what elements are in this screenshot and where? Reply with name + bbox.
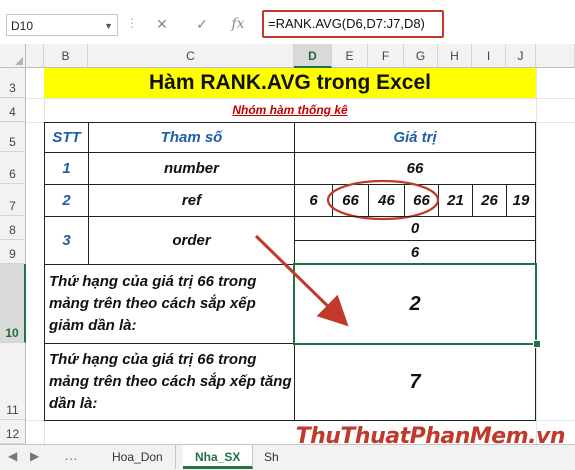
- row-header-6[interactable]: 6: [0, 152, 26, 184]
- name-box-value: D10: [11, 19, 34, 33]
- formula-bar: D10 ▼ ⋮ ✕ ✓ fx =RANK.AVG(D6,D7:J7,D8): [0, 0, 575, 45]
- insert-function-icon[interactable]: fx: [226, 13, 250, 35]
- ref-cell-H7[interactable]: 21: [438, 184, 473, 217]
- row1-stt[interactable]: 1: [44, 152, 89, 185]
- column-header-G[interactable]: G: [404, 44, 438, 68]
- row-header-7[interactable]: 7: [0, 184, 26, 216]
- formula-input[interactable]: =RANK.AVG(D6,D7:J7,D8): [262, 10, 444, 38]
- column-header-J[interactable]: J: [506, 44, 536, 68]
- row2-stt[interactable]: 2: [44, 184, 89, 217]
- row-header-5[interactable]: 5: [0, 122, 26, 152]
- column-header-H[interactable]: H: [438, 44, 472, 68]
- column-header-K[interactable]: [536, 44, 575, 68]
- tab-more-icon[interactable]: …: [64, 447, 78, 463]
- ref-cell-J7[interactable]: 19: [506, 184, 536, 217]
- column-header-E[interactable]: E: [332, 44, 368, 68]
- column-header-B[interactable]: B: [44, 44, 88, 68]
- row-header-12[interactable]: 12: [0, 420, 26, 444]
- column-header-C[interactable]: C: [88, 44, 294, 68]
- header-param[interactable]: Tham số: [88, 122, 295, 153]
- sheet-subtitle[interactable]: Nhóm hàm thống kê: [44, 98, 536, 122]
- column-header-F[interactable]: F: [368, 44, 404, 68]
- watermark-logo: ThuThuatPhanMem.vn: [295, 424, 566, 449]
- formula-bar-divider-icon: ⋮: [126, 16, 138, 30]
- asc-rank-result[interactable]: 7: [294, 343, 536, 421]
- column-header-I[interactable]: I: [472, 44, 506, 68]
- row2-param[interactable]: ref: [88, 184, 295, 217]
- row-header-9[interactable]: 9: [0, 240, 26, 264]
- name-box[interactable]: D10 ▼: [6, 14, 118, 36]
- row-header-3[interactable]: 3: [0, 68, 26, 98]
- red-arrow-icon: [254, 234, 349, 327]
- row-header-4[interactable]: 4: [0, 98, 26, 122]
- worksheet-grid[interactable]: B C D E F G H I J 3 4 5 6 7 8 9 10 11 12…: [0, 44, 575, 444]
- sheet-title[interactable]: Hàm RANK.AVG trong Excel: [44, 68, 536, 98]
- tab-nha-sx[interactable]: Nha_SX: [183, 445, 254, 469]
- chevron-down-icon[interactable]: ▼: [104, 15, 113, 37]
- row1-param[interactable]: number: [88, 152, 295, 185]
- column-header-D[interactable]: D: [294, 44, 332, 68]
- header-stt[interactable]: STT: [44, 122, 89, 153]
- tab-scroll-next-icon[interactable]: ▶: [30, 449, 39, 463]
- tab-hoa-don[interactable]: Hoa_Don: [100, 445, 176, 469]
- fill-handle[interactable]: [533, 340, 541, 348]
- asc-rank-label[interactable]: Thứ hạng của giá trị 66 trong mảng trên …: [44, 343, 295, 421]
- cancel-icon[interactable]: ✕: [150, 13, 174, 35]
- row-header-10[interactable]: 10: [0, 264, 26, 343]
- enter-icon[interactable]: ✓: [190, 13, 214, 35]
- row3-stt[interactable]: 3: [44, 216, 89, 265]
- column-header-A[interactable]: [26, 44, 44, 68]
- row-header-8[interactable]: 8: [0, 216, 26, 240]
- tab-sh[interactable]: Sh: [252, 445, 291, 469]
- select-all-corner[interactable]: [0, 44, 26, 68]
- header-value[interactable]: Giá trị: [294, 122, 536, 153]
- row-header-11[interactable]: 11: [0, 343, 26, 420]
- ref-cell-I7[interactable]: 26: [472, 184, 507, 217]
- tab-scroll-prev-icon[interactable]: ◀: [8, 449, 17, 463]
